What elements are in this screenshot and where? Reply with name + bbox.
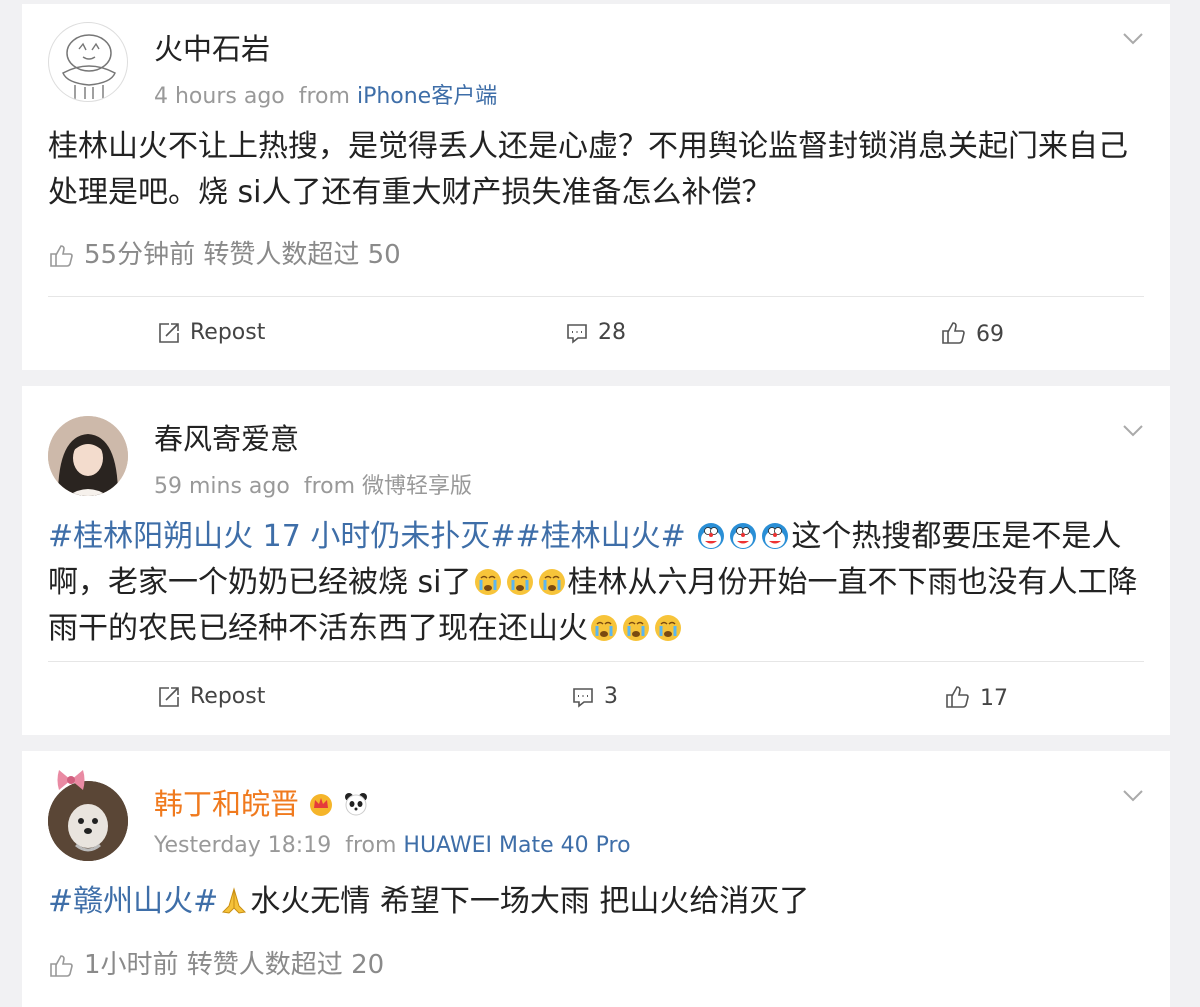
like-button[interactable]: 69 [940, 320, 1004, 347]
hashtag-link[interactable]: #桂林阳朔山火 17 小时仍未扑灭# [48, 519, 516, 554]
source-link[interactable]: 微博轻享版 [362, 474, 472, 499]
crying-face-icon [655, 615, 681, 641]
post-meta: 59 mins ago from 微博轻享版 [154, 468, 472, 500]
like-count: 69 [976, 322, 1004, 347]
username-text: 韩丁和皖晋 [154, 787, 300, 821]
username[interactable]: 火中石岩 [154, 26, 270, 68]
username[interactable]: 春风寄爱意 [154, 416, 299, 458]
thumbs-up-icon [946, 686, 969, 708]
comment-text-part: 水火无情 希望下一场大雨 把山火给消灭了 [250, 884, 810, 919]
chevron-down-icon[interactable] [1122, 789, 1144, 803]
post-meta: Yesterday 18:19 from HUAWEI Mate 40 Pro [154, 833, 631, 858]
doraemon-emoji-icon [762, 523, 789, 549]
like-note: 1小时前 转赞人数超过 20 [48, 944, 384, 981]
bow-decoration-icon [57, 770, 85, 790]
source-link[interactable]: HUAWEI Mate 40 Pro [403, 833, 630, 858]
repost-icon [159, 323, 179, 343]
praying-hands-icon [222, 887, 247, 914]
crying-face-icon [591, 615, 617, 641]
crown-badge-icon [310, 794, 333, 816]
comment-text: #赣州山火# 水火无情 希望下一场大雨 把山火给消灭了 [48, 879, 1140, 925]
avatar[interactable] [48, 781, 128, 861]
thumbs-up-icon [50, 955, 73, 977]
comment-button[interactable]: 28 [566, 320, 626, 345]
like-count: 17 [980, 686, 1008, 711]
comment-icon [573, 688, 593, 708]
avatar[interactable] [48, 22, 128, 102]
comment-card: 春风寄爱意 59 mins ago from 微博轻享版 #桂林阳朔山火 17 … [22, 386, 1170, 735]
timestamp: 4 hours ago [154, 84, 285, 109]
crying-face-icon [538, 569, 565, 595]
username[interactable]: 韩丁和皖晋 [154, 781, 369, 823]
crying-face-icon [506, 569, 533, 595]
crying-face-icon [623, 615, 649, 641]
repost-label: Repost [190, 320, 266, 345]
timestamp: Yesterday 18:19 [154, 833, 332, 858]
timestamp: 59 mins ago [154, 474, 290, 499]
comment-count: 3 [604, 684, 618, 709]
thumbs-up-icon [50, 245, 73, 267]
hashtag-link[interactable]: #桂林山火# [516, 519, 686, 554]
divider [48, 661, 1144, 662]
doraemon-emoji-icon [730, 523, 757, 549]
like-note: 55分钟前 转赞人数超过 50 [48, 234, 401, 271]
comment-text: 桂林山火不让上热搜，是觉得丢人还是心虚？不用舆论监督封锁消息关起门来自己处理是吧… [48, 129, 1128, 210]
comment-count: 28 [598, 320, 626, 345]
like-note-text: 55分钟前 转赞人数超过 50 [84, 240, 401, 270]
thumbs-up-icon [942, 322, 965, 344]
comment-card: 火中石岩 4 hours ago from iPhone客户端 桂林山火不让上热… [22, 4, 1170, 370]
chevron-down-icon[interactable] [1122, 424, 1144, 438]
post-meta: 4 hours ago from iPhone客户端 [154, 78, 497, 110]
comment-text: #桂林阳朔山火 17 小时仍未扑灭##桂林山火# 这个热搜都要压是不是人啊，老家… [48, 514, 1140, 652]
comment-button[interactable]: 3 [572, 684, 618, 709]
from-label: from [345, 833, 397, 858]
repost-icon [159, 687, 179, 707]
repost-button[interactable]: Repost [158, 320, 265, 345]
comment-card: 韩丁和皖晋 Yesterday 18:19 from HUAWEI Mate 4… [22, 751, 1170, 1007]
repost-button[interactable]: Repost [158, 684, 265, 709]
repost-label: Repost [190, 684, 266, 709]
from-label: from [298, 84, 350, 109]
from-label: from [303, 474, 356, 499]
crying-face-icon [474, 569, 501, 595]
source-link[interactable]: iPhone客户端 [357, 84, 497, 109]
hashtag-link[interactable]: #赣州山火# [48, 884, 218, 919]
doraemon-emoji-icon [698, 523, 725, 549]
divider [48, 296, 1144, 297]
panda-badge-icon [345, 793, 368, 816]
comment-icon [567, 324, 587, 344]
like-button[interactable]: 17 [944, 684, 1008, 711]
like-note-text: 1小时前 转赞人数超过 20 [84, 950, 385, 980]
chevron-down-icon[interactable] [1122, 32, 1144, 46]
avatar[interactable] [48, 416, 128, 496]
